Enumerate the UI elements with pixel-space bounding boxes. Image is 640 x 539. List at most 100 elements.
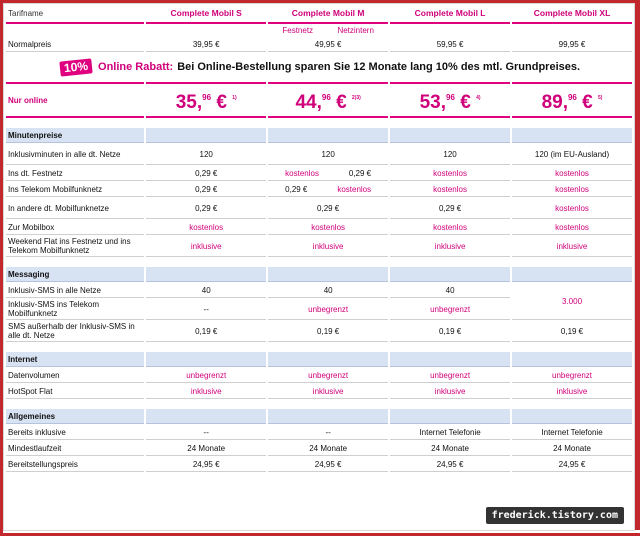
table-row: Zur Mobilbox kostenlos kostenlos kostenl… [6, 220, 632, 235]
row-label: In andere dt. Mobilfunknetze [6, 198, 144, 219]
table-row: HotSpot Flat inklusive inklusive inklusi… [6, 384, 632, 399]
table-row: Inklusivminuten in alle dt. Netze 120 12… [6, 144, 632, 165]
section-title: Allgemeines [6, 409, 144, 424]
online-price-m: 44,96 € 2)3) [268, 82, 388, 118]
m-subheader: Festnetz Netzintern [268, 25, 388, 36]
row-label: Ins dt. Festnetz [6, 166, 144, 181]
cell-m: 24 Monate [268, 441, 388, 456]
cell-xl: kostenlos [512, 182, 632, 197]
table-row: Inklusiv-SMS in alle Netze 40 40 40 3.00… [6, 283, 632, 298]
row-label: Inklusiv-SMS ins Telekom Mobilfunknetz [6, 299, 144, 320]
table-row: Datenvolumen unbegrenzt unbegrenzt unbeg… [6, 368, 632, 383]
plan-name-l: Complete Mobil L [390, 5, 510, 24]
table-row: Mindestlaufzeit 24 Monate 24 Monate 24 M… [6, 441, 632, 456]
normalpreis-label: Normalpreis [6, 37, 144, 52]
online-price-xl: 89,96 € 5) [512, 82, 632, 118]
cell-m: kostenlos [268, 220, 388, 235]
section-title: Internet [6, 352, 144, 367]
cell-xl-sms: 3.000 [512, 283, 632, 320]
cell-l: kostenlos [390, 220, 510, 235]
cell-xl: inklusive [512, 236, 632, 257]
cell-s: 40 [146, 283, 266, 298]
header-row: Tarifname Complete Mobil S Complete Mobi… [6, 5, 632, 24]
online-discount-banner: 10% Online Rabatt: Bei Online-Bestellung… [8, 60, 630, 75]
cell-l: inklusive [390, 384, 510, 399]
nur-online-label: Nur online [6, 82, 144, 118]
cell-m: 0,29 €kostenlos [268, 182, 388, 197]
table-row: Weekend Flat ins Festnetz und ins Teleko… [6, 236, 632, 257]
table-row: Bereitstellungspreis 24,95 € 24,95 € 24,… [6, 457, 632, 472]
cell-l: 0,19 € [390, 321, 510, 342]
online-price-l: 53,96 € 4) [390, 82, 510, 118]
section-internet: Internet [6, 352, 632, 367]
watermark: frederick.tistory.com [486, 507, 624, 524]
cell-m: inklusive [268, 236, 388, 257]
online-price-s: 35,96 € 1) [146, 82, 266, 118]
cell-s: -- [146, 425, 266, 440]
cell-m: -- [268, 425, 388, 440]
row-label: Bereitstellungspreis [6, 457, 144, 472]
cell-l: 0,29 € [390, 198, 510, 219]
section-messaging: Messaging [6, 267, 632, 282]
cell-m: inklusive [268, 384, 388, 399]
cell-s: 0,29 € [146, 198, 266, 219]
cell-s: inklusive [146, 384, 266, 399]
section-title: Minutenpreise [6, 128, 144, 143]
plan-name-s: Complete Mobil S [146, 5, 266, 24]
online-price-row: Nur online 35,96 € 1) 44,96 € 2)3) 53,96… [6, 82, 632, 118]
cell-m: unbegrenzt [268, 299, 388, 320]
row-label: Bereits inklusive [6, 425, 144, 440]
plan-name-m: Complete Mobil M [268, 5, 388, 24]
cell-l: kostenlos [390, 182, 510, 197]
cell-s: kostenlos [146, 220, 266, 235]
cell-s: -- [146, 299, 266, 320]
cell-s: 24,95 € [146, 457, 266, 472]
tarifname-label: Tarifname [6, 5, 144, 24]
promo-lead: Online Rabatt: [98, 63, 173, 72]
cell-s: inklusive [146, 236, 266, 257]
cell-xl: 24 Monate [512, 441, 632, 456]
m-sub-netzintern: Netzintern [337, 26, 373, 35]
cell-xl: 0,19 € [512, 321, 632, 342]
normalpreis-s: 39,95 € [146, 37, 266, 52]
tariff-table: Tarifname Complete Mobil S Complete Mobi… [4, 4, 634, 473]
m-sub-festnetz: Festnetz [282, 26, 313, 35]
table-row: Bereits inklusive -- -- Internet Telefon… [6, 425, 632, 440]
tariff-comparison-table: Tarifname Complete Mobil S Complete Mobi… [3, 3, 635, 531]
row-label: HotSpot Flat [6, 384, 144, 399]
table-row: In andere dt. Mobilfunknetze 0,29 € 0,29… [6, 198, 632, 219]
row-label: Inklusiv-SMS in alle Netze [6, 283, 144, 298]
section-title: Messaging [6, 267, 144, 282]
cell-l: unbegrenzt [390, 299, 510, 320]
row-label: Datenvolumen [6, 368, 144, 383]
cell-xl: inklusive [512, 384, 632, 399]
cell-l: kostenlos [390, 166, 510, 181]
cell-l: 24,95 € [390, 457, 510, 472]
cell-m: unbegrenzt [268, 368, 388, 383]
cell-xl: kostenlos [512, 198, 632, 219]
cell-l: 40 [390, 283, 510, 298]
table-row: SMS außerhalb der Inklusiv-SMS in alle d… [6, 321, 632, 342]
section-allgemeines: Allgemeines [6, 409, 632, 424]
row-label: Ins Telekom Mobilfunknetz [6, 182, 144, 197]
discount-badge: 10% [59, 58, 92, 76]
cell-m: 0,29 € [268, 198, 388, 219]
row-label: SMS außerhalb der Inklusiv-SMS in alle d… [6, 321, 144, 342]
promo-row: 10% Online Rabatt: Bei Online-Bestellung… [6, 53, 632, 81]
cell-xl: unbegrenzt [512, 368, 632, 383]
cell-xl: 120 (im EU-Ausland) [512, 144, 632, 165]
cell-l: unbegrenzt [390, 368, 510, 383]
cell-s: 120 [146, 144, 266, 165]
row-label: Weekend Flat ins Festnetz und ins Teleko… [6, 236, 144, 257]
normalpreis-row: Normalpreis 39,95 € 49,95 € 59,95 € 99,9… [6, 37, 632, 52]
row-label: Mindestlaufzeit [6, 441, 144, 456]
cell-m: 24,95 € [268, 457, 388, 472]
cell-xl: kostenlos [512, 166, 632, 181]
cell-m: 120 [268, 144, 388, 165]
cell-l: inklusive [390, 236, 510, 257]
row-label: Inklusivminuten in alle dt. Netze [6, 144, 144, 165]
plan-name-xl: Complete Mobil XL [512, 5, 632, 24]
section-minutenpreise: Minutenpreise [6, 128, 632, 143]
m-subheader-row: Festnetz Netzintern [6, 25, 632, 36]
cell-s: unbegrenzt [146, 368, 266, 383]
